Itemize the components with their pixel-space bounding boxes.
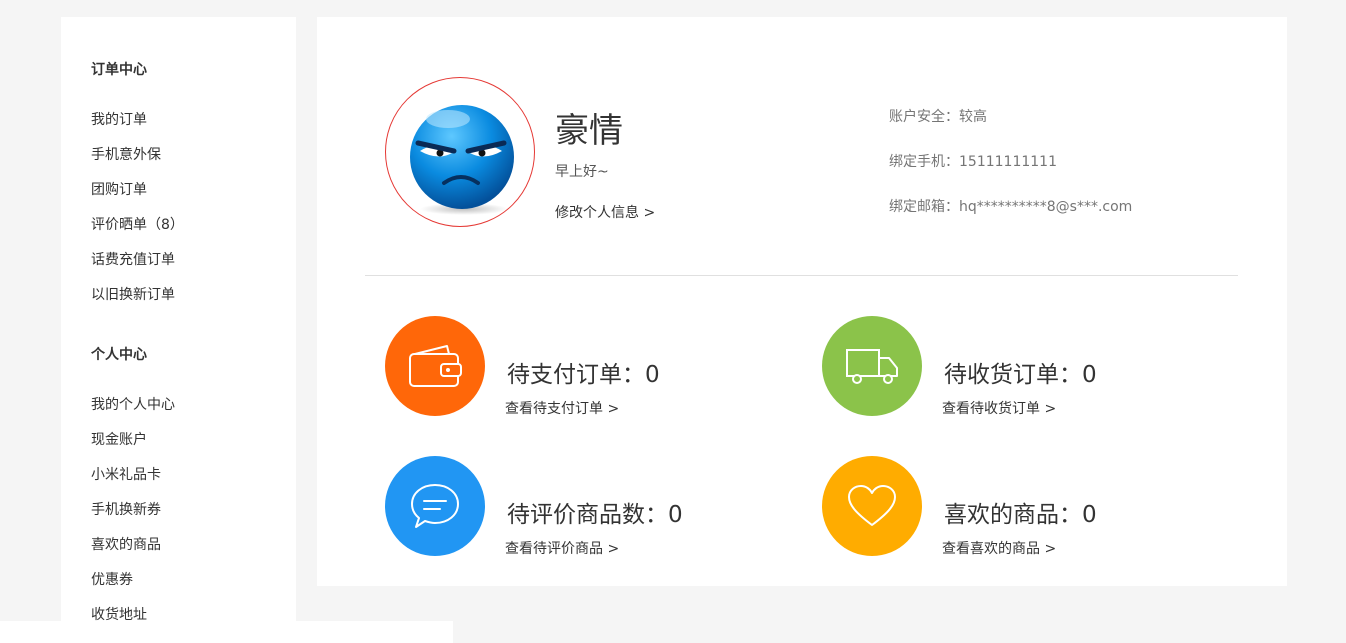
pending-payment-title: 待支付订单：0 [507, 362, 660, 388]
pending-payment-circle[interactable] [385, 316, 485, 416]
bound-phone: 绑定手机：15111111111 [889, 154, 1057, 170]
sidebar-item-reviews[interactable]: 评价晒单（8） [91, 214, 184, 234]
sidebar: 订单中心 我的订单 手机意外保 团购订单 评价晒单（8） 话费充值订单 以旧换新… [61, 17, 296, 643]
edit-profile-link[interactable]: 修改个人信息 > [555, 202, 655, 222]
bound-email: 绑定邮箱：hq**********8@s***.com [889, 199, 1133, 215]
pending-review-title: 待评价商品数：0 [507, 502, 683, 528]
sidebar-item-personal-center[interactable]: 我的个人中心 [91, 394, 175, 414]
truck-icon [846, 349, 898, 384]
sidebar-item-group-orders[interactable]: 团购订单 [91, 179, 147, 199]
sidebar-item-cash-account[interactable]: 现金账户 [91, 429, 147, 449]
main-panel: 豪情 早上好~ 修改个人信息 > 账户安全：较高 绑定手机：1511111111… [317, 17, 1287, 586]
sidebar-item-tradein-orders[interactable]: 以旧换新订单 [91, 284, 175, 304]
greeting-text: 早上好~ [555, 164, 609, 180]
chat-bubble-icon [411, 484, 459, 528]
pending-review-circle[interactable] [385, 456, 485, 556]
wallet-icon [409, 345, 462, 387]
pending-delivery-title: 待收货订单：0 [944, 362, 1097, 388]
bottom-strip [0, 621, 453, 643]
pending-review-link[interactable]: 查看待评价商品 > [505, 538, 619, 558]
sidebar-item-recharge-orders[interactable]: 话费充值订单 [91, 249, 175, 269]
sidebar-item-gift-card[interactable]: 小米礼品卡 [91, 464, 161, 484]
favorites-link[interactable]: 查看喜欢的商品 > [942, 538, 1056, 558]
divider [365, 275, 1238, 276]
sidebar-item-favorites[interactable]: 喜欢的商品 [91, 534, 161, 554]
heart-icon [848, 485, 896, 526]
sidebar-item-coupons[interactable]: 优惠券 [91, 569, 133, 589]
favorites-circle[interactable] [822, 456, 922, 556]
username: 豪情 [555, 111, 623, 151]
account-security: 账户安全：较高 [889, 109, 987, 125]
angry-face-avatar-icon[interactable] [404, 101, 520, 217]
pending-delivery-circle[interactable] [822, 316, 922, 416]
sidebar-group-title-orders: 订单中心 [91, 62, 147, 78]
pending-delivery-link[interactable]: 查看待收货订单 > [942, 398, 1056, 418]
sidebar-item-my-orders[interactable]: 我的订单 [91, 109, 147, 129]
sidebar-item-phone-insurance[interactable]: 手机意外保 [91, 144, 161, 164]
favorites-title: 喜欢的商品：0 [944, 502, 1097, 528]
pending-payment-link[interactable]: 查看待支付订单 > [505, 398, 619, 418]
sidebar-item-tradein-coupon[interactable]: 手机换新券 [91, 499, 161, 519]
sidebar-group-title-personal: 个人中心 [91, 347, 147, 363]
